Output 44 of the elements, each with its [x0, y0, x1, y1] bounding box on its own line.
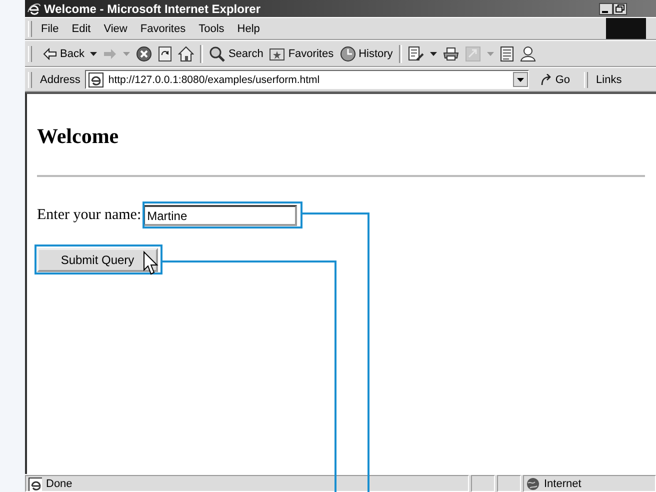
history-button[interactable]: History: [340, 46, 393, 62]
go-arrow-icon: [540, 74, 552, 86]
status-panel: [471, 475, 495, 492]
person-icon[interactable]: [520, 46, 536, 62]
window-title: Welcome - Microsoft Internet Explorer: [44, 2, 262, 16]
menu-item[interactable]: Help: [233, 22, 269, 34]
menu-item[interactable]: View: [100, 22, 136, 34]
refresh-icon[interactable]: [158, 46, 172, 62]
status-panel: [497, 475, 521, 492]
mouse-pointer-icon: [144, 250, 158, 275]
dropdown-caret-icon[interactable]: [430, 52, 437, 56]
menu-item[interactable]: Favorites: [136, 22, 195, 34]
page-heading: Welcome: [37, 124, 120, 149]
printer-icon[interactable]: [442, 46, 459, 60]
restore-icon[interactable]: [613, 2, 627, 14]
back-button[interactable]: Back: [43, 48, 84, 60]
star-folder-icon: [269, 46, 286, 60]
menu-item[interactable]: Tools: [194, 22, 234, 34]
field-label: Enter your name:: [37, 207, 142, 224]
clock-globe-icon: [340, 46, 356, 62]
globe-icon: [526, 476, 540, 490]
minimize-icon[interactable]: [599, 2, 613, 14]
dropdown-caret-icon[interactable]: [90, 52, 98, 56]
status-text: Done: [46, 478, 72, 490]
dropdown-caret-icon[interactable]: [513, 72, 528, 87]
name-field[interactable]: Martine: [143, 205, 298, 226]
menu-item[interactable]: File: [37, 22, 68, 34]
favorites-button[interactable]: Favorites: [269, 46, 334, 60]
search-button[interactable]: Search: [209, 46, 264, 62]
home-icon[interactable]: [178, 46, 194, 62]
browser-logo-icon: [27, 2, 41, 16]
magnifier-icon: [209, 46, 226, 62]
links-button[interactable]: Links: [596, 74, 622, 86]
menu-item[interactable]: Edit: [68, 22, 100, 34]
document-pen-icon[interactable]: [408, 46, 424, 62]
address-field[interactable]: http://127.0.0.1:8080/examples/userform.html: [85, 70, 530, 89]
back-arrow-icon: [43, 48, 57, 60]
submit-button[interactable]: Submit Query: [37, 248, 158, 272]
zone-text: Internet: [544, 478, 582, 490]
stop-icon[interactable]: [136, 46, 152, 62]
notepad-icon[interactable]: [500, 46, 514, 62]
go-button[interactable]: Go: [540, 74, 570, 86]
page-icon: [88, 72, 104, 88]
address-label: Address: [40, 74, 80, 86]
